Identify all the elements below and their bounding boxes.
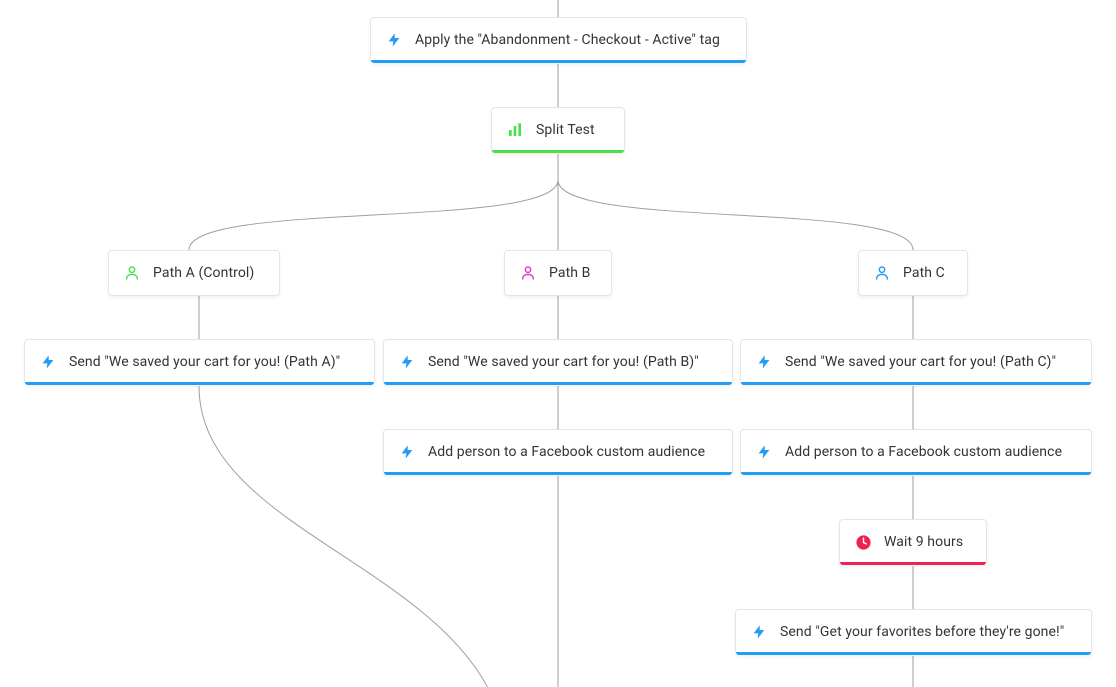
- person-icon: [873, 264, 891, 282]
- path-c-node[interactable]: Path C: [858, 250, 968, 296]
- bolt-icon: [755, 353, 773, 371]
- bolt-icon: [398, 443, 416, 461]
- split-test-node[interactable]: Split Test: [491, 107, 625, 153]
- bolt-icon: [750, 623, 768, 641]
- accent-bar: [384, 382, 732, 385]
- accent-bar: [736, 652, 1091, 655]
- send-favorites-node[interactable]: Send "Get your favorites before they're …: [735, 609, 1092, 655]
- accent-bar: [741, 472, 1091, 475]
- send-a-node[interactable]: Send "We saved your cart for you! (Path …: [24, 339, 375, 385]
- person-icon: [123, 264, 141, 282]
- accent-bar: [25, 382, 374, 385]
- path-b-node[interactable]: Path B: [504, 250, 612, 296]
- fb-audience-b-node[interactable]: Add person to a Facebook custom audience: [383, 429, 733, 475]
- accent-bar: [492, 150, 624, 153]
- send-c-label: Send "We saved your cart for you! (Path …: [785, 354, 1056, 370]
- apply-tag-node[interactable]: Apply the "Abandonment - Checkout - Acti…: [370, 17, 747, 63]
- split-test-label: Split Test: [536, 122, 595, 138]
- send-b-label: Send "We saved your cart for you! (Path …: [428, 354, 699, 370]
- path-b-label: Path B: [549, 265, 590, 281]
- apply-tag-label: Apply the "Abandonment - Checkout - Acti…: [415, 32, 720, 48]
- fb-audience-c-label: Add person to a Facebook custom audience: [785, 444, 1062, 460]
- fb-audience-c-node[interactable]: Add person to a Facebook custom audience: [740, 429, 1092, 475]
- path-a-node[interactable]: Path A (Control): [108, 250, 280, 296]
- clock-icon: [854, 533, 872, 551]
- wait-9-hours-node[interactable]: Wait 9 hours: [839, 519, 987, 565]
- bolt-icon: [39, 353, 57, 371]
- send-c-node[interactable]: Send "We saved your cart for you! (Path …: [740, 339, 1092, 385]
- send-favorites-label: Send "Get your favorites before they're …: [780, 624, 1064, 640]
- accent-bar: [384, 472, 732, 475]
- bolt-icon: [385, 31, 403, 49]
- path-a-label: Path A (Control): [153, 265, 254, 281]
- send-a-label: Send "We saved your cart for you! (Path …: [69, 354, 340, 370]
- person-icon: [519, 264, 537, 282]
- bar-chart-icon: [506, 121, 524, 139]
- fb-audience-b-label: Add person to a Facebook custom audience: [428, 444, 705, 460]
- wait-9-hours-label: Wait 9 hours: [884, 534, 963, 550]
- accent-bar: [371, 60, 746, 63]
- bolt-icon: [755, 443, 773, 461]
- send-b-node[interactable]: Send "We saved your cart for you! (Path …: [383, 339, 733, 385]
- bolt-icon: [398, 353, 416, 371]
- accent-bar: [741, 382, 1091, 385]
- path-c-label: Path C: [903, 265, 945, 281]
- accent-bar: [840, 562, 986, 565]
